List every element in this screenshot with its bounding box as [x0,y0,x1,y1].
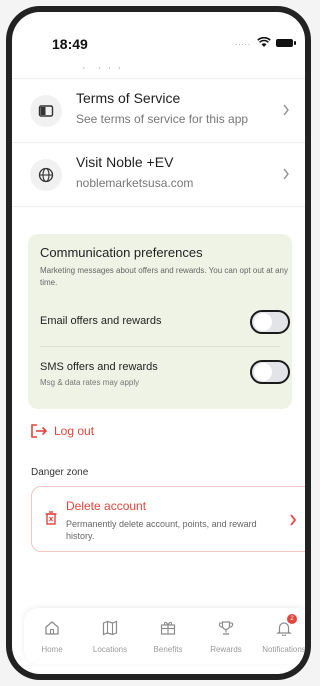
delete-account-title: Delete account [66,499,147,513]
delete-account-description: Permanently delete account, points, and … [66,519,257,541]
trophy-icon [218,621,234,635]
danger-zone-heading: Danger zone [31,467,89,478]
tab-label: Locations [92,645,128,654]
tab-label: Rewards [210,645,242,654]
notification-badge: 2 [287,614,297,624]
globe-icon [30,159,62,191]
screen: 18:49 ..... · · · · Terms of Service See… [12,12,305,674]
chevron-right-icon [283,168,289,180]
menu-item-subtitle: See terms of service for this app [76,112,249,126]
trash-icon [45,511,57,525]
chevron-right-icon [283,104,289,116]
tab-label: Notifications [262,645,305,654]
toggle-knob [254,313,272,331]
communication-preferences-card: Communication preferences Marketing mess… [28,234,292,409]
status-time: 18:49 [52,36,88,52]
tab-bar: Home Locations Benefits Rewards 2 Notifi… [24,608,305,664]
menu-divider [12,206,305,208]
book-icon [30,95,62,127]
status-bar: 18:49 ..... [12,12,305,56]
phone-frame: 18:49 ..... · · · · Terms of Service See… [6,6,311,680]
logout-label: Log out [54,424,95,438]
map-icon [102,620,118,636]
menu-item-terms[interactable]: Terms of Service See terms of service fo… [12,78,305,143]
tab-home[interactable]: Home [26,608,78,664]
tab-rewards[interactable]: Rewards [200,608,252,664]
email-offers-toggle[interactable] [250,310,290,334]
tab-label: Home [41,645,63,654]
tab-notifications[interactable]: 2 Notifications [258,608,305,664]
signal-icon: ..... [235,38,252,47]
sms-offers-label: SMS offers and rewards [40,361,158,373]
tab-label: Benefits [153,645,183,654]
battery-icon [276,39,296,47]
settings-scroll-area[interactable]: · · · · Terms of Service See terms of se… [12,56,305,608]
gift-icon [160,621,176,635]
divider [40,346,280,347]
logout-icon [31,424,48,438]
home-icon [45,621,59,635]
email-offers-label: Email offers and rewards [40,315,162,327]
sms-offers-sublabel: Msg & data rates may apply [40,378,140,387]
menu-item-title: Visit Noble +EV [76,154,174,170]
wifi-icon [257,37,271,47]
menu-item-title: Terms of Service [76,90,181,106]
tab-locations[interactable]: Locations [84,608,136,664]
chevron-right-icon [290,514,297,526]
communication-title: Communication preferences [40,245,203,260]
sms-offers-toggle[interactable] [250,360,290,384]
toggle-knob [254,363,272,381]
tab-benefits[interactable]: Benefits [142,608,194,664]
delete-account-button[interactable]: Delete account Permanently delete accoun… [31,486,305,552]
previous-item-fragment: · · · · [82,62,122,74]
menu-item-visit-site[interactable]: Visit Noble +EV noblemarketsusa.com [12,142,305,207]
menu-item-subtitle: noblemarketsusa.com [76,176,194,190]
communication-description: Marketing messages about offers and rewa… [40,266,289,287]
